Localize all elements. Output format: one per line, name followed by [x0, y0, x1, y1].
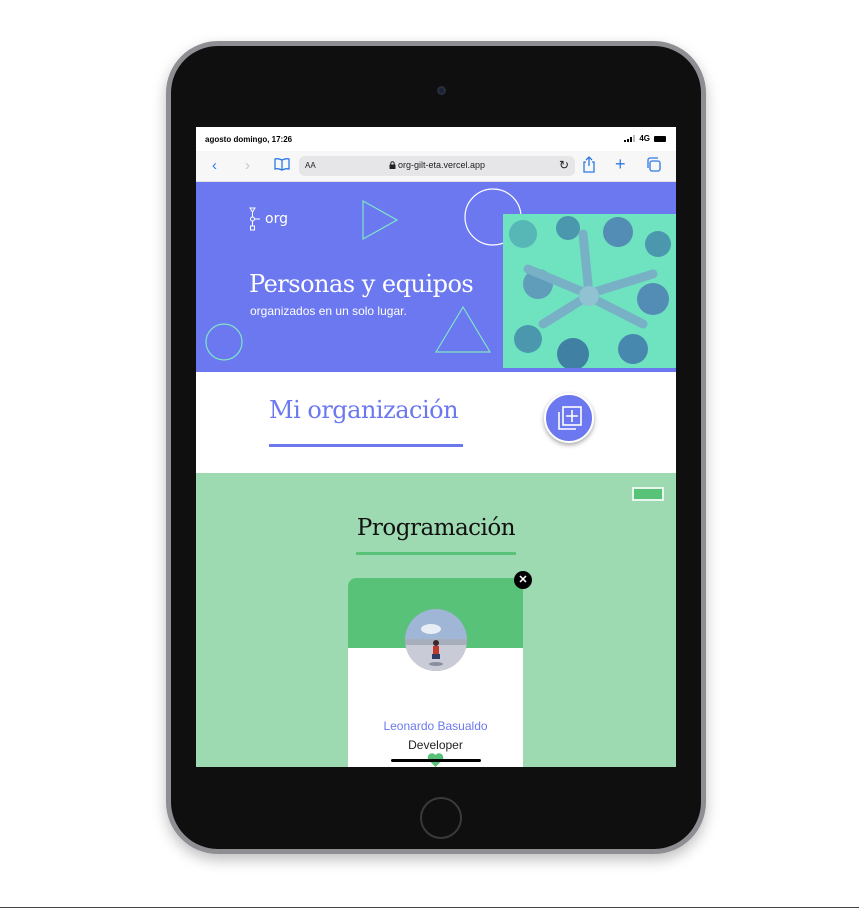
add-collaborator-icon: [558, 406, 582, 430]
browser-toolbar: ‹ › AA org-gilt-eta.vercel.app ↻ +: [196, 151, 676, 182]
reload-icon[interactable]: ↻: [559, 158, 569, 172]
chevron-right-icon[interactable]: ›: [245, 157, 250, 175]
tabs-icon[interactable]: [646, 157, 662, 177]
status-indicators: 4G: [624, 134, 666, 143]
battery-icon: [654, 135, 666, 142]
plus-icon[interactable]: +: [615, 155, 626, 173]
network-type: 4G: [639, 134, 650, 143]
home-indicator: [391, 759, 481, 762]
team-photo: [503, 214, 676, 368]
team-title: Programación: [356, 515, 516, 541]
bottom-divider: [0, 907, 859, 908]
tablet-screen: agosto domingo, 17:26 4G ‹ › AA org-gilt…: [196, 127, 676, 767]
status-bar: agosto domingo, 17:26 4G: [196, 127, 676, 151]
collaborator-role: Developer: [408, 738, 463, 752]
chevron-left-icon[interactable]: ‹: [212, 157, 217, 175]
camera-icon: [437, 86, 446, 95]
collaborator-name: Leonardo Basualdo: [383, 719, 488, 733]
status-time: agosto domingo, 17:26: [205, 135, 293, 144]
add-collaborator-button[interactable]: [544, 393, 594, 443]
organization-underline: [269, 444, 463, 447]
logo[interactable]: org: [249, 207, 288, 231]
hero-title: Personas y equipos: [249, 270, 474, 298]
signal-icon: [624, 135, 636, 142]
url-text: org-gilt-eta.vercel.app: [397, 160, 486, 170]
logo-text: org: [265, 211, 288, 227]
team-underline: [356, 552, 516, 555]
hero-subtitle: organizados en un solo lugar.: [250, 304, 407, 318]
close-icon[interactable]: ✕: [514, 571, 532, 589]
address-bar[interactable]: AA org-gilt-eta.vercel.app ↻: [299, 156, 575, 176]
team-color-picker[interactable]: [632, 487, 664, 501]
home-button[interactable]: [420, 797, 462, 839]
organization-section: Mi organización: [196, 372, 676, 473]
collaborator-card: Leonardo Basualdo Developer: [348, 578, 523, 767]
org-chart-icon: [249, 207, 260, 231]
lock-icon: [389, 161, 396, 169]
avatar: [405, 609, 467, 671]
organization-title: Mi organización: [269, 396, 459, 424]
team-section: Programación Leonardo Basualdo Developer: [196, 473, 676, 767]
share-icon[interactable]: [582, 156, 596, 178]
book-icon[interactable]: [274, 157, 290, 176]
hero-banner: org Personas y equipos organizados en un…: [196, 182, 676, 372]
